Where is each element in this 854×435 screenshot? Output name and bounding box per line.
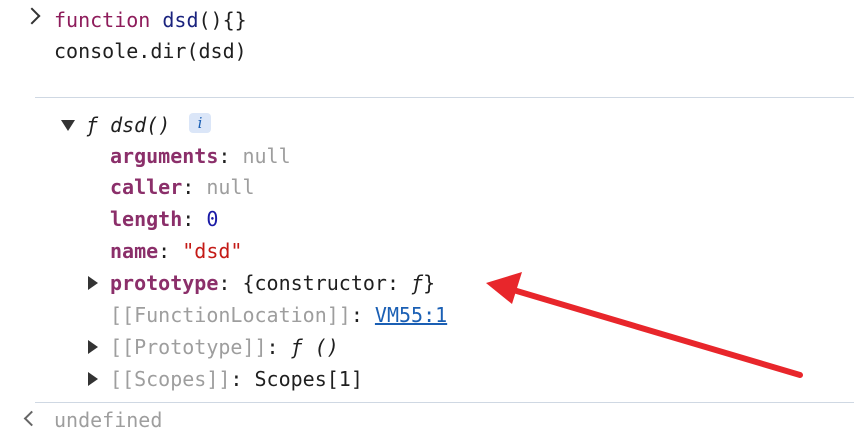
- prop-key: prototype: [110, 271, 219, 295]
- prop-key: name: [110, 239, 159, 263]
- prop-colon: :: [218, 144, 243, 168]
- prop-caller: caller: null: [110, 172, 255, 202]
- collapse-toggle-icon[interactable]: [61, 120, 75, 131]
- prop-colon: :: [218, 271, 243, 295]
- prop-value: 0: [206, 207, 219, 231]
- prop-arguments: arguments: null: [110, 141, 291, 171]
- prop-value: "dsd": [182, 239, 243, 263]
- info-icon[interactable]: i: [189, 113, 211, 133]
- prop-value-prefix: {constructor:: [242, 271, 412, 295]
- separator: [35, 402, 854, 403]
- prop-key: arguments: [110, 144, 219, 168]
- internal-key: [[Prototype]]: [110, 335, 267, 359]
- function-keyword: function: [54, 8, 151, 32]
- internal-scopes[interactable]: [[Scopes]]: Scopes[1]: [110, 364, 363, 394]
- function-signature: dsd(): [110, 113, 171, 137]
- internal-function-location: [[FunctionLocation]]: VM55:1: [110, 300, 447, 330]
- prop-colon: :: [182, 207, 207, 231]
- prop-colon: :: [158, 239, 183, 263]
- prop-name: name: "dsd": [110, 236, 242, 266]
- prop-key: length: [110, 207, 183, 231]
- function-name: dsd: [162, 8, 199, 32]
- prop-colon: :: [182, 175, 207, 199]
- input-line-1: function dsd(){}: [54, 5, 247, 35]
- prop-value-suffix: }: [423, 271, 436, 295]
- prop-value: null: [242, 144, 291, 168]
- function-header[interactable]: ƒ dsd(): [86, 110, 170, 140]
- internal-key: [[FunctionLocation]]: [110, 303, 351, 327]
- prop-prototype[interactable]: prototype: {constructor: ƒ}: [110, 268, 435, 298]
- separator: [35, 97, 854, 98]
- prop-value: ƒ (): [290, 335, 339, 359]
- expand-toggle-icon[interactable]: [88, 372, 98, 386]
- f-glyph: ƒ: [86, 113, 99, 137]
- prop-colon: :: [230, 367, 255, 391]
- f-glyph: ƒ: [411, 271, 424, 295]
- prop-value: null: [206, 175, 255, 199]
- input-prompt-icon: [23, 7, 41, 25]
- internal-key: [[Scopes]]: [110, 367, 231, 391]
- prop-colon: :: [266, 335, 291, 359]
- prop-colon: :: [350, 303, 375, 327]
- function-body: (){}: [198, 8, 247, 32]
- source-link[interactable]: VM55:1: [375, 303, 447, 327]
- prop-key: caller: [110, 175, 183, 199]
- prop-value: Scopes[1]: [254, 367, 363, 391]
- internal-prototype[interactable]: [[Prototype]]: ƒ (): [110, 332, 339, 362]
- prop-length: length: 0: [110, 204, 218, 234]
- expand-toggle-icon[interactable]: [88, 276, 98, 290]
- result-value: undefined: [54, 408, 163, 432]
- expand-toggle-icon[interactable]: [88, 340, 98, 354]
- input-line-2: console.dir(dsd): [54, 39, 247, 63]
